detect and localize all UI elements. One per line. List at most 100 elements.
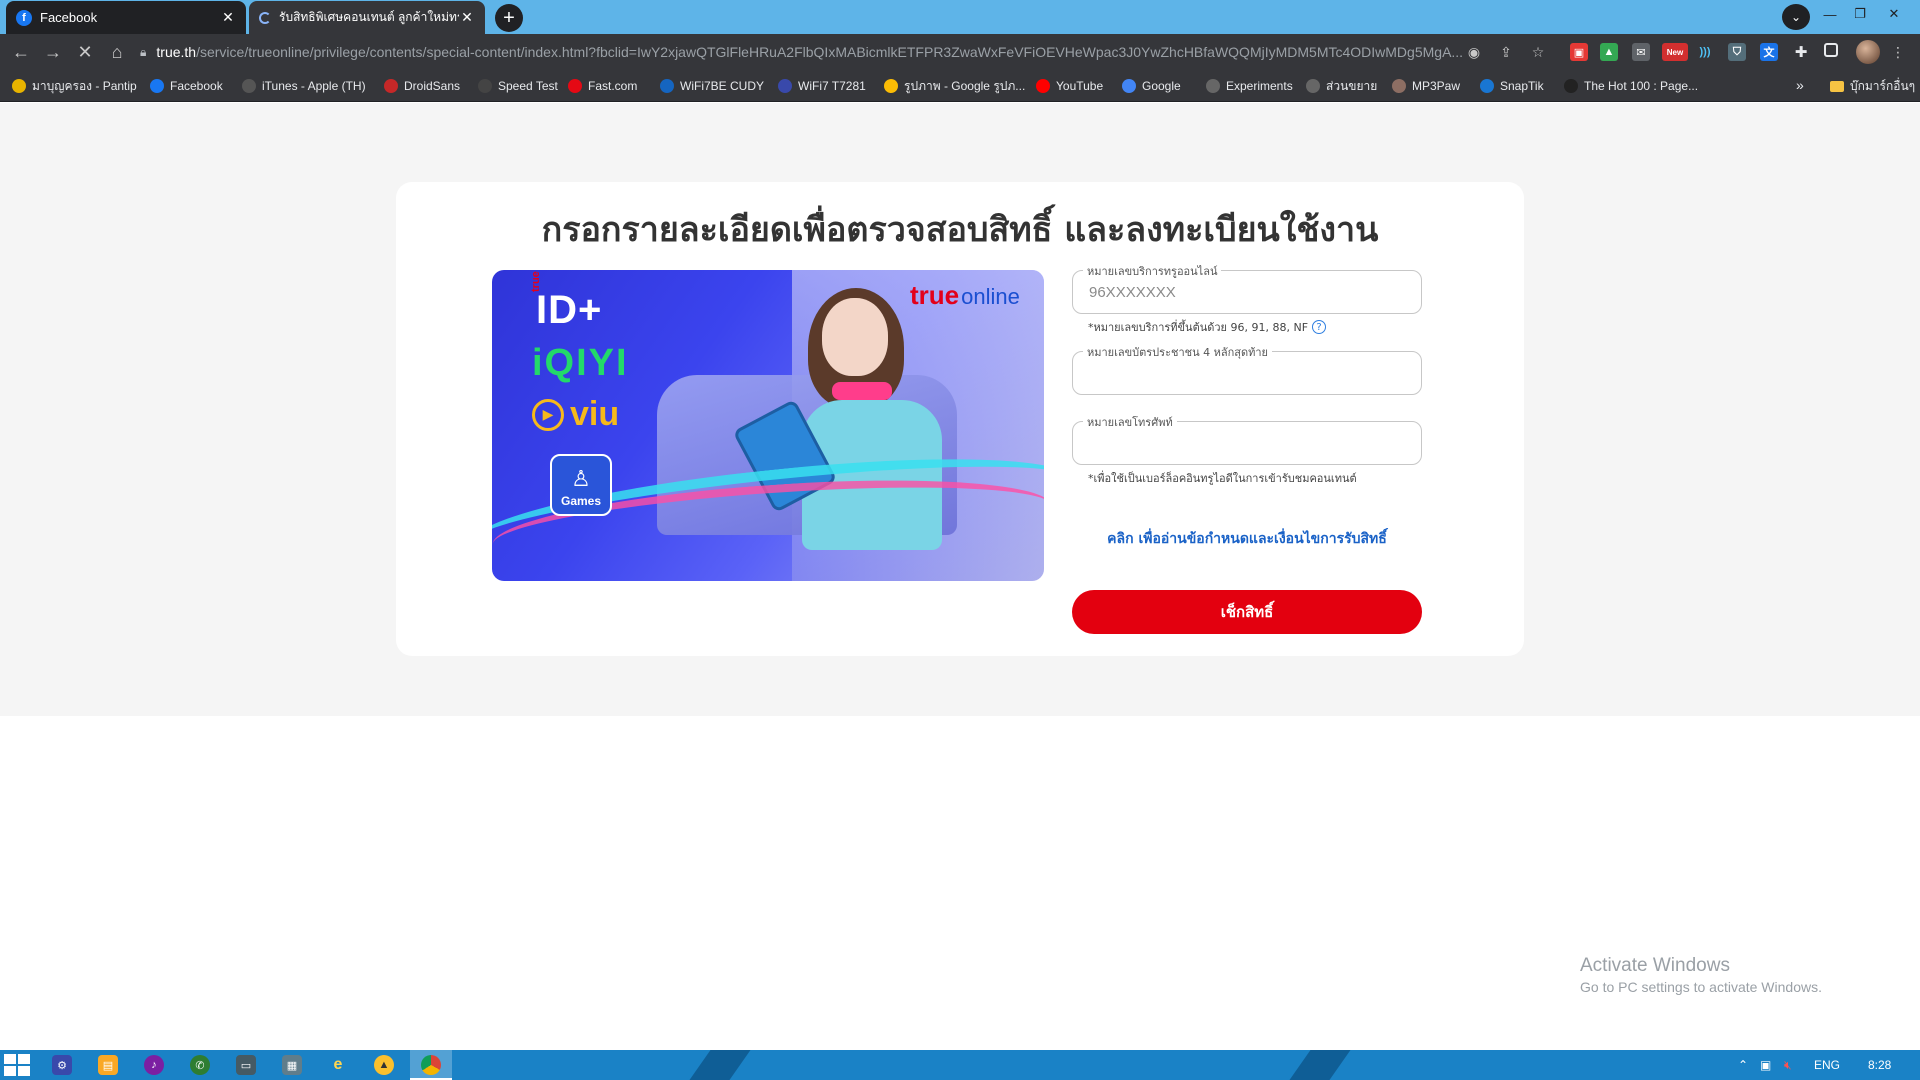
bookmarks-overflow-icon[interactable]: » [1796,77,1804,93]
bookmark-label: Experiments [1226,79,1293,93]
bookmark-label: SnapTik [1500,79,1544,93]
translate-icon[interactable]: 文 [1760,43,1778,61]
terms-conditions-link[interactable]: คลิก เพื่ออ่านข้อกำหนดและเงื่อนไขการรับส… [1072,528,1422,550]
page-title: กรอกรายละเอียดเพื่อตรวจสอบสิทธิ์ และลงทะ… [541,210,1379,250]
tab-true-privilege[interactable]: รับสิทธิพิเศษคอนเทนต์ ลูกค้าใหม่ทรูออ ✕ [249,1,485,34]
volume-muted-icon[interactable]: 🔇︎ [1784,1058,1792,1073]
remote-desktop-icon[interactable]: ▭ [236,1055,256,1075]
extension-icon[interactable]: ▣ [1570,43,1588,61]
wifi-extension-icon[interactable]: ))) [1696,43,1714,61]
chrome-icon[interactable] [421,1055,441,1075]
brand-true-text: true [910,280,960,310]
viu-logo: ▶ viu [532,395,619,434]
other-bookmarks-folder[interactable]: บุ๊กมาร์กอื่นๆ [1830,77,1915,96]
pantip-icon [12,79,26,93]
avatar[interactable] [1856,40,1880,64]
bookmark-item[interactable]: WiFi7 T7281 [778,77,866,95]
close-window-icon[interactable]: ✕ [1874,0,1914,28]
warning-app-icon[interactable]: ▲ [374,1055,394,1075]
new-tab-button[interactable]: + [495,4,523,32]
star-icon[interactable]: ☆ [1528,42,1548,62]
tab-facebook[interactable]: f Facebook ✕ [6,1,246,34]
windows-start-icon[interactable] [4,1054,30,1076]
bookmark-item[interactable]: Fast.com [568,77,637,95]
puzzle-icon[interactable]: ✚ [1792,43,1810,61]
service-number-hint: *หมายเลขบริการที่ขึ้นต้นด้วย 96, 91, 88,… [1088,318,1327,336]
bookmark-item[interactable]: DroidSans [384,77,460,95]
close-icon[interactable]: ✕ [220,9,236,26]
new-badge-extension-icon[interactable]: New [1662,43,1688,61]
menu-kebab-icon[interactable]: ⋮ [1888,42,1908,62]
bookmark-item[interactable]: MP3Paw [1392,77,1460,95]
bookmark-item[interactable]: YouTube [1036,77,1103,95]
loading-icon [259,11,271,24]
bookmark-item[interactable]: Facebook [150,77,223,95]
network-computer-icon[interactable]: ▦ [282,1055,302,1075]
line-chat-icon[interactable]: ✆ [190,1055,210,1075]
bookmark-label: Facebook [170,79,223,93]
clock[interactable]: 8:28 [1868,1058,1891,1072]
settings-gear-icon[interactable]: ⚙ [52,1055,72,1075]
youtube-icon [1036,79,1050,93]
shield-icon[interactable]: ⛉ [1728,43,1746,61]
id-card-field[interactable]: หมายเลขบัตรประชาชน 4 หลักสุดท้าย [1072,343,1422,395]
stop-loading-icon[interactable]: ✕ [72,40,98,64]
bookmark-item[interactable]: The Hot 100 : Page... [1564,77,1698,95]
google-drive-icon[interactable]: ▲ [1600,43,1618,61]
facebook-icon: f [16,9,32,26]
tray-chevron-up-icon[interactable]: ⌃ [1738,1058,1748,1072]
network-icon[interactable]: ▣ [1760,1058,1771,1072]
bookmark-label: Fast.com [588,79,638,93]
url-host: true.th [156,44,197,60]
watermark-subtitle: Go to PC settings to activate Windows. [1580,979,1822,995]
bookmark-item[interactable]: ส่วนขยาย [1306,77,1377,95]
download-icon [1480,79,1494,93]
bookmark-item[interactable]: SnapTik [1480,77,1544,95]
help-question-icon[interactable]: ? [1312,320,1327,334]
close-icon[interactable]: ✕ [459,9,475,26]
bookmark-item[interactable]: Google [1122,77,1181,95]
browser-toolbar: ← → ✕ ⌂ 🔒︎ true.th/service/trueonline/pr… [0,34,1920,70]
bookmark-item[interactable]: มาบุญครอง - Pantip [12,77,137,95]
bookmarks-bar: มาบุญครอง - Pantip Facebook iTunes - Apple… [0,70,1920,102]
games-logo: ♙ Games [550,454,612,516]
taskbar-decor-stripe [689,1050,751,1080]
forward-arrow-icon[interactable]: → [40,40,66,64]
banner-scarf [832,382,892,400]
cudy-icon [660,79,674,93]
wifi-icon [778,79,792,93]
bookmark-item[interactable]: Speed Test [478,77,558,95]
bookmark-label: iTunes - Apple (TH) [262,79,366,93]
watermark-title: Activate Windows [1580,955,1730,976]
play-icon: ▶ [532,398,564,431]
phone-field[interactable]: หมายเลขโทรศัพท์ [1072,413,1422,465]
internet-explorer-icon[interactable]: e [328,1055,348,1075]
check-eligibility-button[interactable]: เช็กสิทธิ์ [1072,590,1422,634]
eye-off-icon[interactable]: ◉ [1464,42,1484,62]
share-icon[interactable]: ⇪ [1496,42,1516,62]
url-path: /service/trueonline/privilege/contents/s… [196,44,1464,60]
bookmark-item[interactable]: Experiments [1206,77,1293,95]
brand-online-text: online [961,284,1020,309]
google-photos-icon [884,79,898,93]
bookmark-item[interactable]: WiFi7BE CUDY [660,77,764,95]
fast-icon [568,79,582,93]
tab-title: รับสิทธิพิเศษคอนเทนต์ ลูกค้าใหม่ทรูออ [279,10,459,24]
home-icon[interactable]: ⌂ [104,40,130,64]
bookmark-item[interactable]: iTunes - Apple (TH) [242,77,366,95]
puzzle-icon [1306,79,1320,93]
mail-icon[interactable]: ✉ [1632,43,1650,61]
windows-taskbar: ⚙ ▤ ♪ ✆ ▭ ▦ e ▲ ⌃ ▣ 🔇︎ ENG 8:28 [0,1050,1920,1080]
itunes-icon[interactable]: ♪ [144,1055,164,1075]
address-bar[interactable]: 🔒︎ true.th/service/trueonline/privilege/… [140,38,1540,66]
viu-logo-text: viu [570,395,620,433]
side-panel-icon[interactable] [1824,43,1838,57]
service-number-field[interactable]: หมายเลขบริการทรูออนไลน์ [1072,262,1422,314]
bookmark-item[interactable]: รูปภาพ - Google รูปภ... [884,77,1025,95]
back-arrow-icon[interactable]: ← [8,40,34,64]
service-number-hint-text: *หมายเลขบริการที่ขึ้นต้นด้วย 96, 91, 88,… [1088,321,1309,334]
tab-search-chevron-icon[interactable]: ⌄ [1782,4,1810,30]
file-explorer-icon[interactable]: ▤ [98,1055,118,1075]
language-indicator[interactable]: ENG [1814,1058,1840,1072]
bookmark-label: WiFi7BE CUDY [680,79,765,93]
